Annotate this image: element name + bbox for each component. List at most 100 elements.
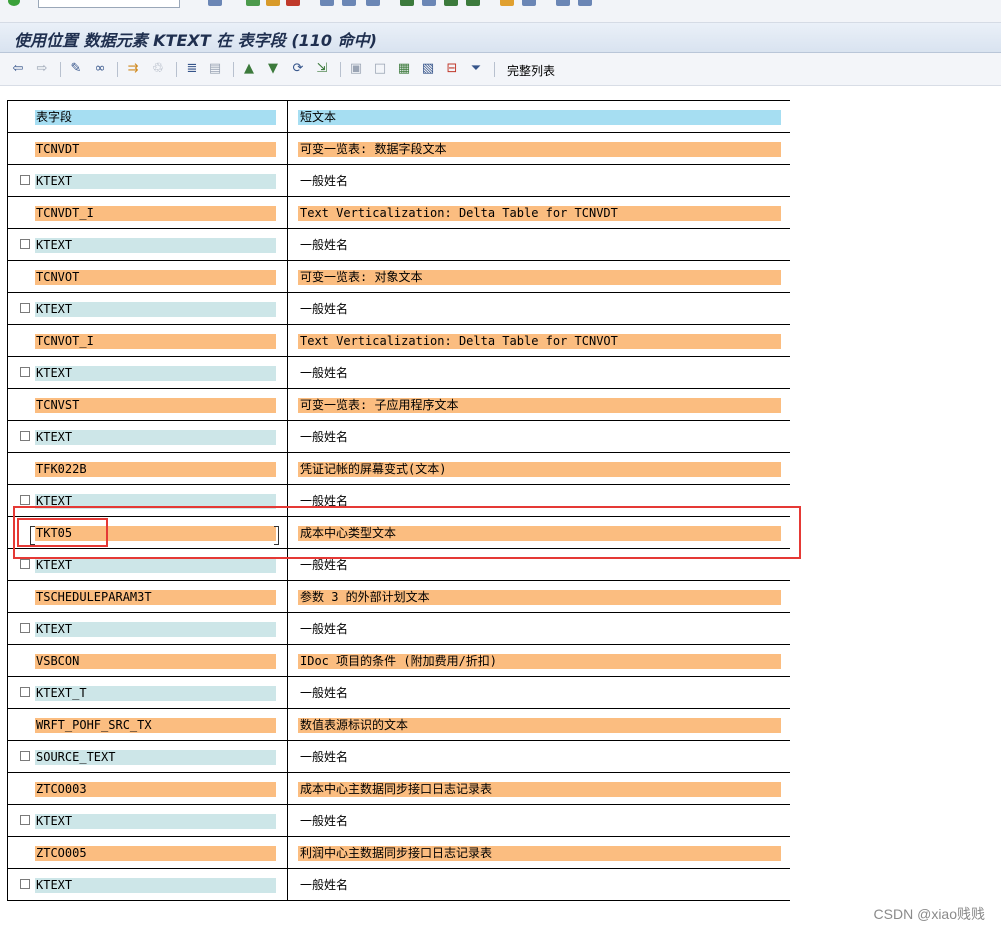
table-row[interactable]: TCNVOT_I Text Verticalization: Delta Tabl… [8, 325, 790, 357]
layout-icon[interactable]: ▤ [207, 61, 223, 77]
short-text-cell[interactable]: 数值表源标识的文本 [298, 718, 781, 733]
forward-arrow-icon[interactable]: ⇨ [34, 61, 50, 77]
find-icon[interactable]: ▦ [396, 61, 412, 77]
field-row[interactable]: SOURCE_TEXT 一般姓名 [8, 741, 790, 773]
find-next-icon[interactable] [366, 0, 380, 6]
export-icon[interactable]: ⇲ [314, 61, 330, 77]
field-name-cell[interactable]: KTEXT [35, 558, 276, 573]
row-checkbox[interactable] [20, 175, 30, 185]
short-text-cell[interactable]: IDoc 项目的条件 (附加费用/折扣) [298, 654, 781, 669]
short-text-cell[interactable]: 一般姓名 [298, 750, 781, 765]
field-row[interactable]: KTEXT 一般姓名 [8, 421, 790, 453]
table-row[interactable]: ZTCO005 利润中心主数据同步接口日志记录表 [8, 837, 790, 869]
field-name-cell[interactable]: KTEXT_T [35, 686, 276, 701]
row-checkbox[interactable] [20, 879, 30, 889]
field-row[interactable]: KTEXT 一般姓名 [8, 613, 790, 645]
field-row[interactable]: KTEXT 一般姓名 [8, 485, 790, 517]
trash-icon[interactable]: ♲ [150, 61, 166, 77]
help-icon[interactable] [556, 0, 570, 6]
short-text-cell[interactable]: 参数 3 的外部计划文本 [298, 590, 781, 605]
short-text-cell[interactable]: 一般姓名 [298, 302, 781, 317]
short-text-cell[interactable]: 一般姓名 [298, 366, 781, 381]
field-name-cell[interactable]: KTEXT [35, 366, 276, 381]
cancel-icon[interactable] [286, 0, 300, 6]
command-field[interactable] [38, 0, 180, 8]
short-text-cell[interactable]: 一般姓名 [298, 686, 781, 701]
row-checkbox[interactable] [20, 431, 30, 441]
table-row[interactable]: TCNVST 可变一览表: 子应用程序文本 [8, 389, 790, 421]
field-name-cell[interactable]: SOURCE_TEXT [35, 750, 276, 765]
row-checkbox[interactable] [20, 303, 30, 313]
back-arrow-icon[interactable]: ⇦ [10, 61, 26, 77]
short-text-cell[interactable]: 一般姓名 [298, 238, 781, 253]
table-row[interactable]: WRFT_POHF_SRC_TX 数值表源标识的文本 [8, 709, 790, 741]
row-checkbox[interactable] [20, 367, 30, 377]
first-page-icon[interactable] [400, 0, 414, 6]
where-used-icon[interactable]: ⇉ [125, 61, 141, 77]
field-name-cell[interactable]: KTEXT [35, 430, 276, 445]
row-checkbox[interactable] [20, 623, 30, 633]
table-name-cell[interactable]: TCNVOT_I [35, 334, 276, 349]
short-text-cell[interactable]: 成本中心主数据同步接口日志记录表 [298, 782, 781, 797]
filter-icon[interactable]: ⏷ [468, 61, 484, 77]
complete-list-button[interactable]: 完整列表 [507, 62, 555, 79]
short-text-cell[interactable]: 可变一览表: 子应用程序文本 [298, 398, 781, 413]
short-text-cell[interactable]: 凭证记帐的屏幕变式(文本) [298, 462, 781, 477]
row-checkbox[interactable] [20, 239, 30, 249]
field-name-cell[interactable]: KTEXT [35, 302, 276, 317]
short-text-cell[interactable]: 一般姓名 [298, 878, 781, 893]
sort-ascending-icon[interactable]: ▲ [241, 61, 257, 77]
short-text-cell[interactable]: 一般姓名 [298, 558, 781, 573]
field-row[interactable]: KTEXT 一般姓名 [8, 805, 790, 837]
last-page-icon[interactable] [466, 0, 480, 6]
table-name-cell[interactable]: TCNVDT_I [35, 206, 276, 221]
print-icon[interactable] [320, 0, 334, 6]
field-name-cell[interactable]: KTEXT [35, 878, 276, 893]
select-all-icon[interactable]: ▣ [348, 61, 364, 77]
table-name-cell[interactable]: ZTCO003 [35, 782, 276, 797]
field-name-cell[interactable]: KTEXT [35, 814, 276, 829]
short-text-cell[interactable]: 可变一览表: 数据字段文本 [298, 142, 781, 157]
next-page-icon[interactable] [444, 0, 458, 6]
field-name-cell[interactable]: KTEXT [35, 622, 276, 637]
field-name-cell[interactable]: KTEXT [35, 238, 276, 253]
delete-icon[interactable]: ⊟ [444, 61, 460, 77]
short-text-cell[interactable]: Text Verticalization: Delta Table for TC… [298, 206, 781, 221]
row-checkbox[interactable] [20, 815, 30, 825]
field-row[interactable]: KTEXT 一般姓名 [8, 229, 790, 261]
field-row[interactable]: KTEXT_T 一般姓名 [8, 677, 790, 709]
glasses-icon[interactable]: ∞ [92, 61, 108, 77]
table-name-cell[interactable]: ZTCO005 [35, 846, 276, 861]
table-name-cell[interactable]: TSCHEDULEPARAM3T [35, 590, 276, 605]
shortcut-icon[interactable] [522, 0, 536, 6]
table-row[interactable]: TFK022B 凭证记帐的屏幕变式(文本) [8, 453, 790, 485]
find-next-icon[interactable]: ▧ [420, 61, 436, 77]
field-row[interactable]: KTEXT 一般姓名 [8, 549, 790, 581]
table-row[interactable]: VSBCON IDoc 项目的条件 (附加费用/折扣) [8, 645, 790, 677]
refresh-icon[interactable]: ⟳ [290, 61, 306, 77]
table-name-cell[interactable]: TCNVOT [35, 270, 276, 285]
short-text-cell[interactable]: 一般姓名 [298, 814, 781, 829]
field-name-cell[interactable]: KTEXT [35, 494, 276, 509]
field-row[interactable]: KTEXT 一般姓名 [8, 293, 790, 325]
table-name-cell[interactable]: VSBCON [35, 654, 276, 669]
field-row[interactable]: KTEXT 一般姓名 [8, 869, 790, 901]
layout-menu-icon[interactable] [578, 0, 592, 6]
create-session-icon[interactable] [500, 0, 514, 6]
short-text-cell[interactable]: Text Verticalization: Delta Table for TC… [298, 334, 781, 349]
short-text-cell[interactable]: 成本中心类型文本 [298, 526, 781, 541]
table-name-cell[interactable]: TKT05 [35, 526, 276, 541]
enter-icon[interactable] [8, 0, 20, 6]
field-row[interactable]: KTEXT 一般姓名 [8, 165, 790, 197]
field-row[interactable]: KTEXT 一般姓名 [8, 357, 790, 389]
back-icon[interactable] [246, 0, 260, 6]
find-icon[interactable] [342, 0, 356, 6]
pencil-icon[interactable]: ✎ [68, 61, 84, 77]
short-text-cell[interactable]: 可变一览表: 对象文本 [298, 270, 781, 285]
table-name-cell[interactable]: TCNVDT [35, 142, 276, 157]
deselect-icon[interactable]: □ [372, 61, 388, 77]
short-text-cell[interactable]: 一般姓名 [298, 430, 781, 445]
table-row[interactable]: TKT05 成本中心类型文本 [8, 517, 790, 549]
align-icon[interactable]: ≣ [184, 61, 200, 77]
table-name-cell[interactable]: TFK022B [35, 462, 276, 477]
